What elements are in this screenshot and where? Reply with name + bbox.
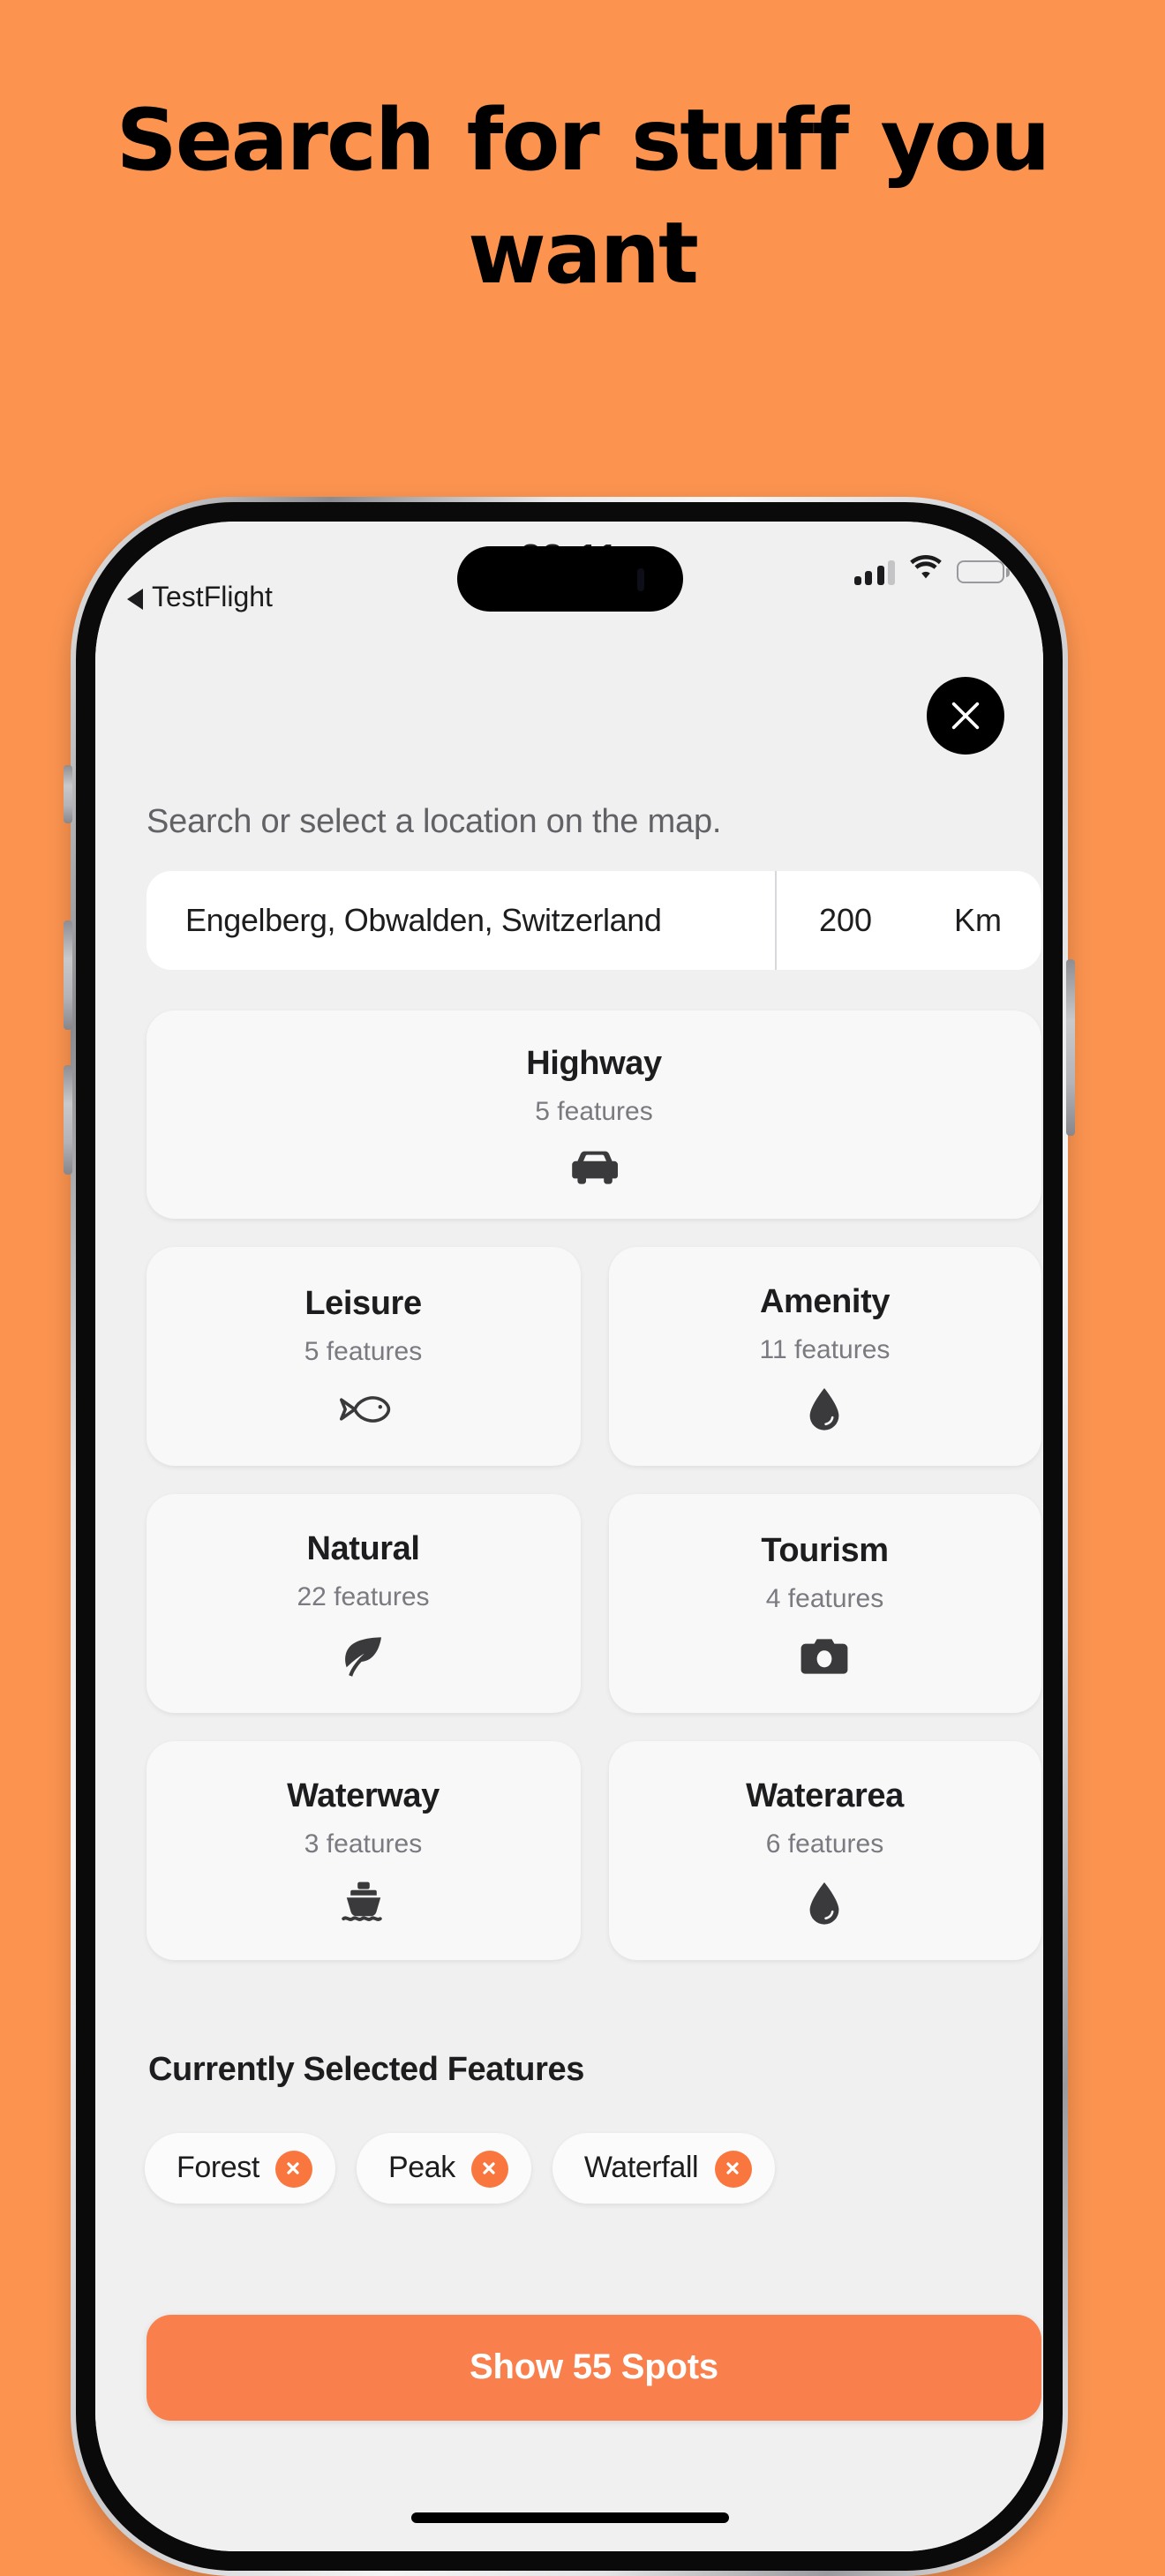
- selected-features-chips: Forest Peak Waterfall: [145, 2133, 1043, 2204]
- silent-switch-button[interactable]: [64, 765, 72, 823]
- drop-icon: [808, 1386, 843, 1432]
- close-icon: [951, 702, 980, 730]
- phone-frame: 22:11 TestFlight: [64, 497, 1075, 2576]
- search-prompt-label: Search or select a location on the map.: [147, 804, 722, 841]
- card-feature-count: 4 features: [765, 1584, 884, 1614]
- chip-forest[interactable]: Forest: [145, 2133, 335, 2204]
- phone-bezel: 22:11 TestFlight: [76, 502, 1063, 2571]
- home-indicator[interactable]: [410, 2512, 728, 2523]
- remove-icon[interactable]: [470, 2150, 508, 2187]
- card-feature-count: 5 features: [304, 1337, 423, 1367]
- category-card-natural[interactable]: Natural 22 features: [147, 1494, 580, 1713]
- search-row: Engelberg, Obwalden, Switzerland 200 Km: [147, 871, 1041, 970]
- card-feature-count: 5 features: [535, 1097, 653, 1127]
- phone-screen: 22:11 TestFlight: [95, 522, 1043, 2551]
- chip-label: Peak: [387, 2151, 455, 2184]
- drop-icon: [808, 1881, 843, 1926]
- status-bar: 22:11 TestFlight: [95, 522, 1043, 673]
- card-feature-count: 3 features: [304, 1829, 423, 1859]
- selected-features-heading: Currently Selected Features: [148, 2052, 584, 2089]
- car-icon: [567, 1148, 620, 1187]
- category-card-tourism[interactable]: Tourism 4 features: [608, 1494, 1041, 1713]
- chip-label: Waterfall: [583, 2151, 699, 2184]
- distance-input[interactable]: 200: [777, 871, 914, 970]
- cellular-signal-icon: [853, 560, 895, 584]
- chip-waterfall[interactable]: Waterfall: [552, 2133, 775, 2204]
- card-feature-count: 11 features: [759, 1335, 891, 1365]
- category-card-leisure[interactable]: Leisure 5 features: [147, 1247, 580, 1466]
- card-title: Highway: [526, 1046, 662, 1083]
- page-title: Search for stuff you want: [116, 91, 1051, 303]
- card-feature-count: 22 features: [297, 1582, 430, 1612]
- distance-unit-label: Km: [954, 902, 1002, 937]
- category-card-waterarea[interactable]: Waterarea 6 features: [608, 1741, 1041, 1960]
- leaf-icon: [341, 1633, 387, 1679]
- card-title: Waterarea: [746, 1778, 904, 1815]
- back-to-testflight-link[interactable]: TestFlight: [127, 583, 273, 615]
- chip-label: Forest: [177, 2151, 259, 2184]
- show-spots-button[interactable]: Show 55 Spots: [147, 2315, 1041, 2421]
- location-search-input[interactable]: Engelberg, Obwalden, Switzerland: [147, 871, 775, 970]
- category-card-highway[interactable]: Highway 5 features: [147, 1010, 1041, 1219]
- camera-icon: [800, 1635, 850, 1678]
- category-card-waterway[interactable]: Waterway 3 features: [147, 1741, 580, 1960]
- volume-up-button[interactable]: [64, 920, 72, 1030]
- card-title: Natural: [306, 1531, 420, 1568]
- triangle-left-icon: [127, 589, 143, 610]
- card-title: Amenity: [759, 1284, 891, 1321]
- app-content: 22:11 TestFlight: [95, 522, 1043, 2551]
- phone-mockup: 22:11 TestFlight: [64, 497, 1075, 2576]
- status-icons: [853, 555, 1004, 589]
- chip-peak[interactable]: Peak: [356, 2133, 531, 2204]
- boat-icon: [341, 1881, 387, 1926]
- remove-icon[interactable]: [274, 2150, 312, 2187]
- battery-low-icon: [957, 560, 1004, 583]
- card-title: Leisure: [304, 1286, 422, 1323]
- back-label: TestFlight: [152, 583, 273, 613]
- close-button[interactable]: [927, 677, 1004, 755]
- volume-down-button[interactable]: [64, 1065, 72, 1175]
- card-feature-count: 6 features: [765, 1829, 884, 1859]
- remove-icon[interactable]: [714, 2150, 752, 2187]
- card-title: Tourism: [761, 1533, 889, 1570]
- dynamic-island: [456, 546, 682, 612]
- wifi-icon: [909, 555, 943, 589]
- category-card-amenity[interactable]: Amenity 11 features: [608, 1247, 1041, 1466]
- power-button[interactable]: [1066, 959, 1075, 1136]
- fish-icon: [335, 1388, 392, 1431]
- card-title: Waterway: [287, 1778, 440, 1815]
- category-card-grid: Highway 5 features Leisure 5 features Am…: [147, 1010, 1041, 1960]
